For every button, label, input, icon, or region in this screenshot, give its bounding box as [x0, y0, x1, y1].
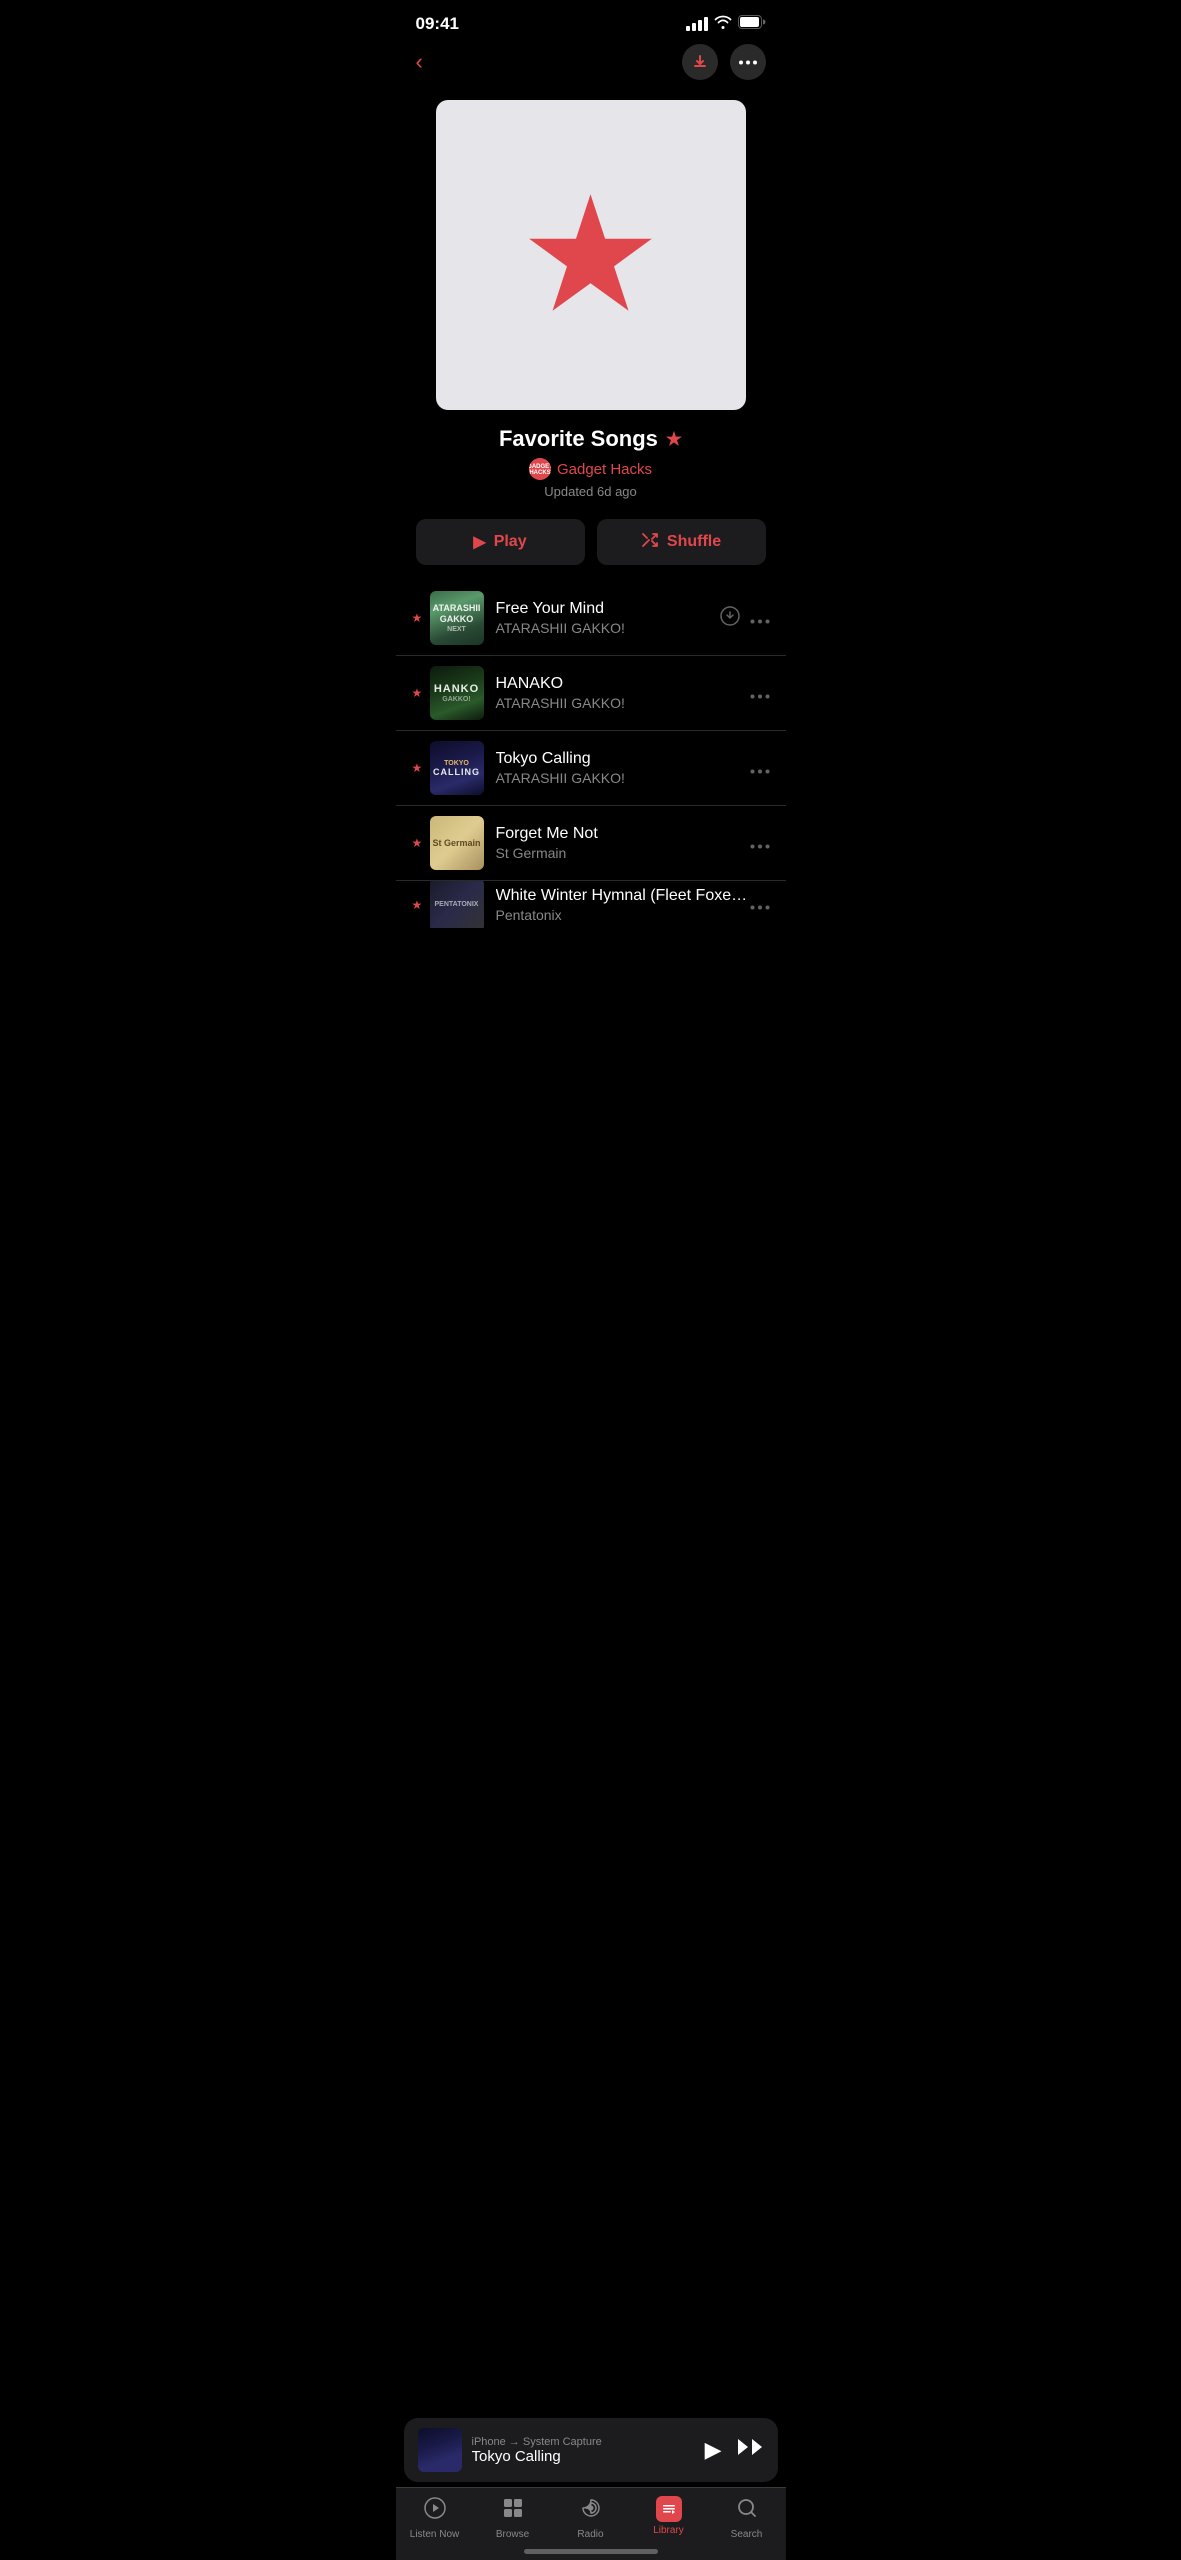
song-item[interactable]: ★ PENTATONIX White Winter Hymnal (Fleet …: [396, 880, 786, 928]
nav-actions: [682, 44, 766, 80]
song-info: White Winter Hymnal (Fleet Foxes Cover) …: [496, 887, 750, 923]
song-more-icon[interactable]: [750, 608, 770, 629]
star-artwork: ★: [519, 175, 662, 335]
song-info: Tokyo Calling ATARASHII GAKKO!: [496, 750, 750, 786]
status-bar: 09:41: [396, 0, 786, 40]
tab-radio[interactable]: Radio: [561, 2496, 621, 2540]
song-item[interactable]: ★ ATARASHIIGAKKO NEXT Free Your Mind ATA…: [396, 581, 786, 655]
mini-player-controls: ▶: [705, 2437, 764, 2463]
song-item[interactable]: ★ HANKO GAKKO! HANAKO ATARASHII GAKKO!: [396, 655, 786, 730]
tab-browse[interactable]: Browse: [483, 2496, 543, 2540]
tab-library[interactable]: Library: [639, 2496, 699, 2540]
song-info: Forget Me Not St Germain: [496, 825, 750, 861]
home-indicator: [524, 2549, 658, 2554]
song-info: HANAKO ATARASHII GAKKO!: [496, 675, 750, 711]
song-favorite-icon: ★: [412, 898, 430, 912]
playlist-updated: Updated 6d ago: [416, 484, 766, 499]
search-icon: [735, 2496, 759, 2526]
mini-player[interactable]: iPhone → System Capture Tokyo Calling ▶: [404, 2418, 778, 2482]
song-actions: [750, 758, 770, 779]
play-icon: ▶: [473, 532, 485, 552]
tab-listen-now[interactable]: Listen Now: [405, 2496, 465, 2540]
more-button[interactable]: [730, 44, 766, 80]
mini-player-title: Tokyo Calling: [472, 2448, 695, 2465]
mini-player-thumbnail: [418, 2428, 462, 2472]
playlist-author[interactable]: GADGET HACKS Gadget Hacks: [416, 458, 766, 480]
tab-browse-label: Browse: [496, 2529, 529, 2540]
playlist-title: Favorite Songs ★: [416, 426, 766, 452]
playlist-star-icon: ★: [666, 429, 682, 450]
song-title: White Winter Hymnal (Fleet Foxes Cover): [496, 887, 750, 905]
playlist-info: Favorite Songs ★ GADGET HACKS Gadget Hac…: [396, 410, 786, 503]
song-artist: ATARASHII GAKKO!: [496, 770, 750, 786]
song-thumbnail: PENTATONIX: [430, 880, 484, 928]
song-download-icon[interactable]: [720, 606, 740, 631]
library-icon: [656, 2496, 682, 2522]
song-actions: [750, 894, 770, 915]
song-artist: Pentatonix: [496, 907, 750, 923]
song-favorite-icon: ★: [412, 611, 430, 625]
song-actions: [750, 683, 770, 704]
song-title: Forget Me Not: [496, 825, 750, 843]
battery-icon: [738, 15, 766, 34]
song-item[interactable]: ★ TOKYO CALLING Tokyo Calling ATARASHII …: [396, 730, 786, 805]
radio-icon: [579, 2496, 603, 2526]
song-title: HANAKO: [496, 675, 750, 693]
song-more-icon[interactable]: [750, 894, 770, 915]
back-button[interactable]: ‹: [416, 49, 423, 75]
song-thumbnail: St Germain: [430, 816, 484, 870]
wifi-icon: [714, 15, 732, 34]
author-avatar: GADGET HACKS: [529, 458, 551, 480]
song-more-icon[interactable]: [750, 683, 770, 704]
song-favorite-icon: ★: [412, 686, 430, 700]
song-actions: [750, 833, 770, 854]
tab-radio-label: Radio: [577, 2529, 603, 2540]
song-title: Tokyo Calling: [496, 750, 750, 768]
svg-text:HACKS: HACKS: [529, 470, 550, 476]
play-button[interactable]: ▶ Play: [416, 519, 585, 565]
album-art: ★: [436, 100, 746, 410]
mini-player-info: iPhone → System Capture Tokyo Calling: [472, 2436, 695, 2465]
nav-bar: ‹: [396, 40, 786, 92]
song-artist: ATARASHII GAKKO!: [496, 620, 720, 636]
song-favorite-icon: ★: [412, 836, 430, 850]
song-artist: ATARASHII GAKKO!: [496, 695, 750, 711]
download-button[interactable]: [682, 44, 718, 80]
album-art-container: ★: [396, 92, 786, 410]
song-thumbnail: TOKYO CALLING: [430, 741, 484, 795]
browse-icon: [501, 2496, 525, 2526]
song-favorite-icon: ★: [412, 761, 430, 775]
shuffle-icon: [641, 533, 659, 552]
listen-now-icon: [423, 2496, 447, 2526]
status-time: 09:41: [416, 14, 459, 34]
tab-search[interactable]: Search: [717, 2496, 777, 2540]
mini-player-route: iPhone → System Capture: [472, 2436, 695, 2448]
author-name: Gadget Hacks: [557, 461, 652, 478]
song-info: Free Your Mind ATARASHII GAKKO!: [496, 600, 720, 636]
song-thumbnail: ATARASHIIGAKKO NEXT: [430, 591, 484, 645]
tab-library-label: Library: [653, 2525, 684, 2536]
song-more-icon[interactable]: [750, 758, 770, 779]
signal-icon: [686, 17, 708, 31]
action-buttons: ▶ Play Shuffle: [396, 503, 786, 577]
mini-forward-button[interactable]: [736, 2437, 764, 2463]
song-item[interactable]: ★ St Germain Forget Me Not St Germain: [396, 805, 786, 880]
song-title: Free Your Mind: [496, 600, 720, 618]
shuffle-button[interactable]: Shuffle: [597, 519, 766, 565]
bottom-spacer: [396, 932, 786, 1092]
song-more-icon[interactable]: [750, 833, 770, 854]
song-list: ★ ATARASHIIGAKKO NEXT Free Your Mind ATA…: [396, 577, 786, 932]
song-thumbnail: HANKO GAKKO!: [430, 666, 484, 720]
mini-play-button[interactable]: ▶: [705, 2437, 722, 2463]
tab-listen-now-label: Listen Now: [410, 2529, 459, 2540]
tab-search-label: Search: [731, 2529, 763, 2540]
song-artist: St Germain: [496, 845, 750, 861]
song-actions: [720, 606, 770, 631]
status-icons: [686, 15, 766, 34]
